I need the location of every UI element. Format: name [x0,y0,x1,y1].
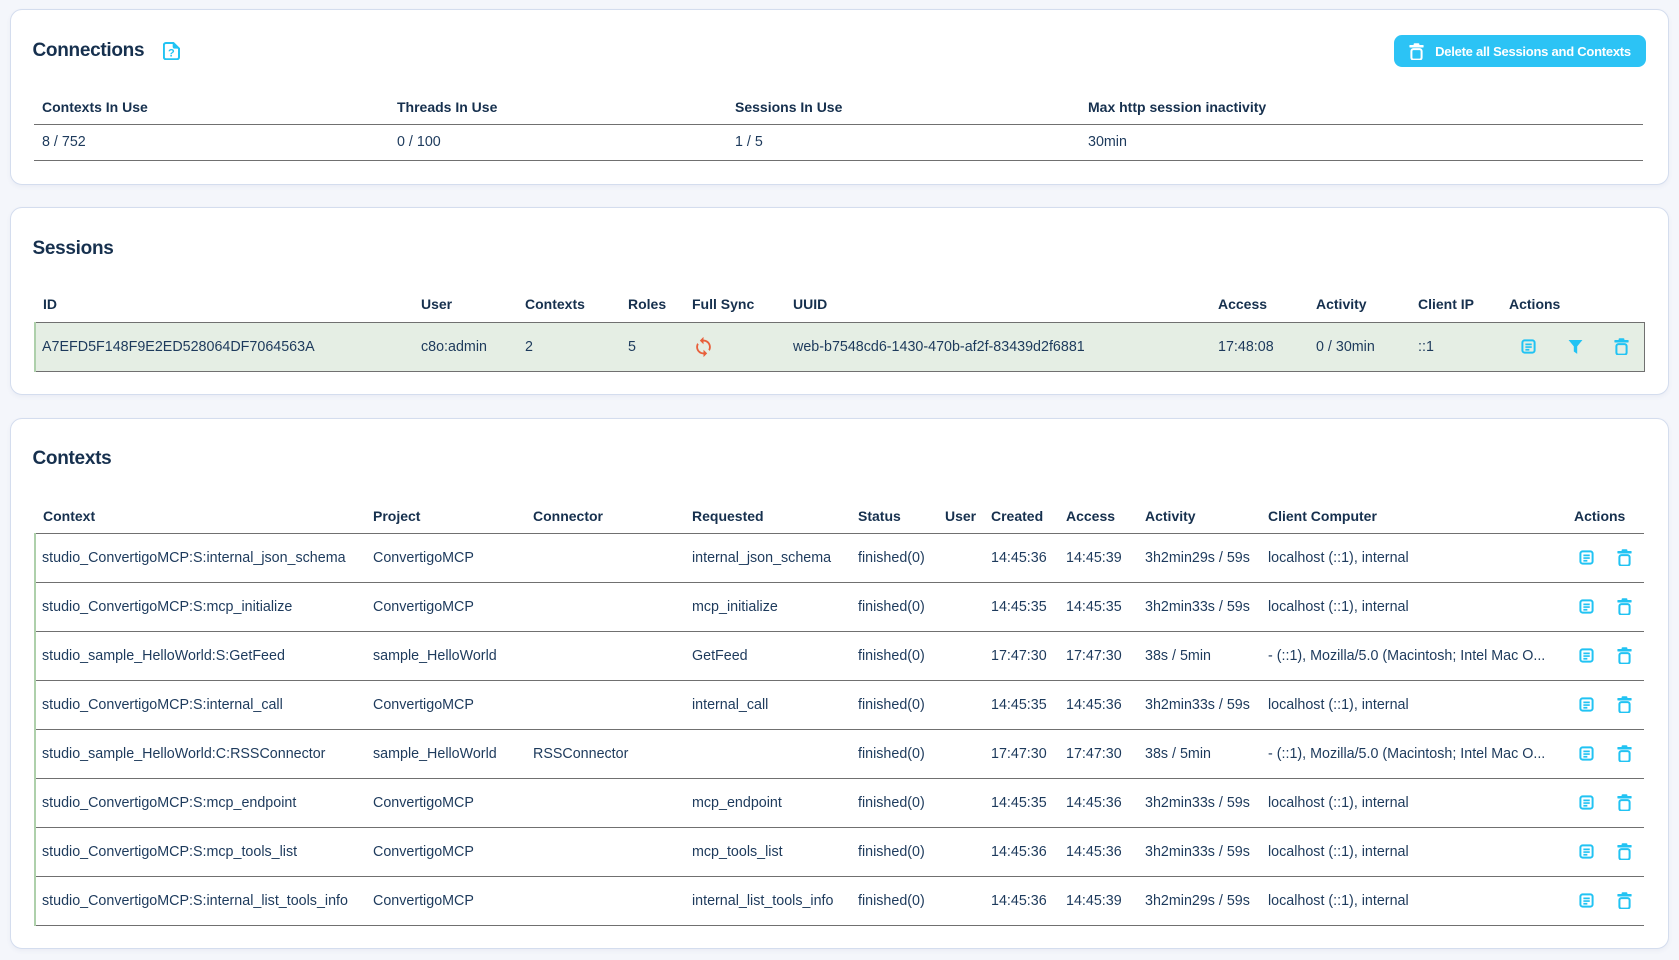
svg-text:?: ? [168,47,175,59]
